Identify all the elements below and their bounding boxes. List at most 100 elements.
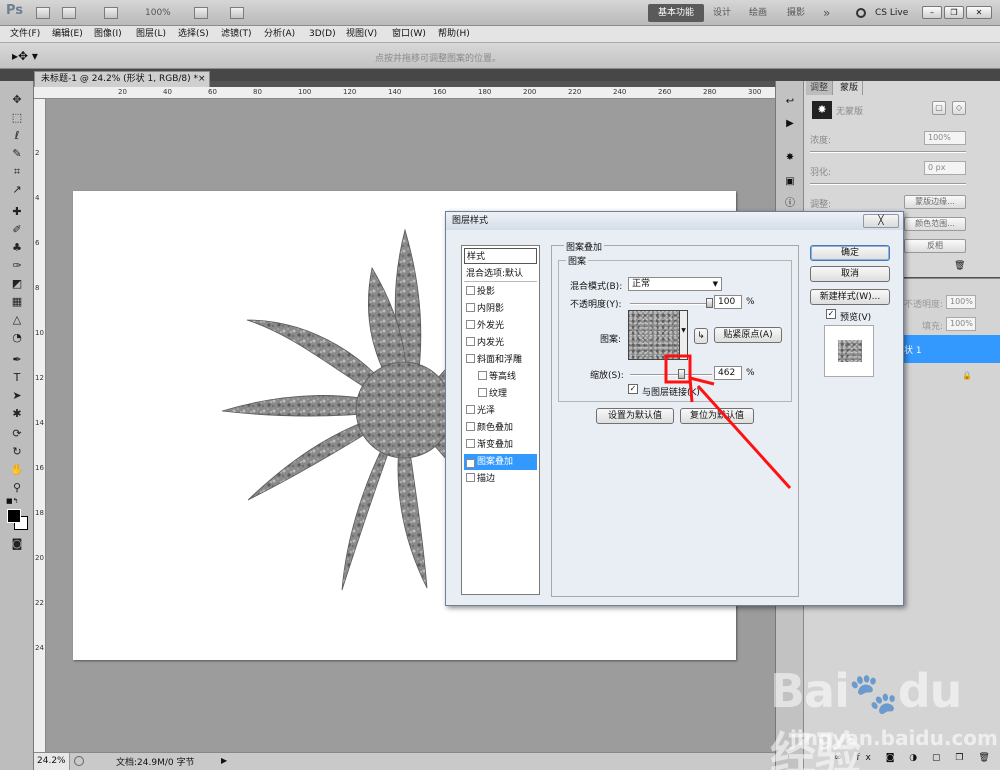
more-workspaces-button[interactable]: » — [818, 5, 835, 21]
quick-mask-icon[interactable]: ◙ — [9, 537, 25, 551]
effect-item[interactable]: 内阴影 — [464, 301, 537, 317]
menu-filter[interactable]: 滤镜(T) — [221, 28, 252, 41]
menu-select[interactable]: 选择(S) — [178, 28, 209, 41]
arrange-documents-icon[interactable] — [194, 7, 208, 19]
new-style-button[interactable]: 新建样式(W)... — [810, 289, 890, 305]
blending-options-item[interactable]: 混合选项:默认 — [464, 266, 537, 282]
menu-analysis[interactable]: 分析(A) — [264, 28, 295, 41]
menu-help[interactable]: 帮助(H) — [438, 28, 470, 41]
ok-button[interactable]: 确定 — [810, 245, 890, 261]
workspace-design-button[interactable]: 设计 — [708, 5, 736, 21]
document-tab-close-icon[interactable]: × — [198, 72, 206, 87]
effect-checkbox[interactable] — [466, 320, 475, 329]
add-vector-mask-icon[interactable]: ◇ — [952, 101, 966, 115]
healing-brush-tool-icon[interactable]: ✚ — [9, 205, 25, 219]
pen-tool-icon[interactable]: ✒ — [9, 353, 25, 367]
menu-3d[interactable]: 3D(D) — [309, 28, 336, 41]
path-selection-tool-icon[interactable]: ➤ — [9, 389, 25, 403]
menu-window[interactable]: 窗口(W) — [392, 28, 426, 41]
quick-select-tool-icon[interactable]: ✎ — [9, 147, 25, 161]
cancel-button[interactable]: 取消 — [810, 266, 890, 282]
status-info-icon[interactable] — [74, 756, 84, 766]
eyedropper-tool-icon[interactable]: ↗ — [9, 183, 25, 197]
zoom-field[interactable]: 24.2% — [34, 753, 70, 770]
effect-item[interactable]: 描边 — [464, 471, 537, 487]
effect-item[interactable]: 光泽 — [464, 403, 537, 419]
hand-tool-icon[interactable]: ✋ — [9, 463, 25, 477]
tab-adjustments[interactable]: 调整 — [806, 81, 834, 95]
opacity-input[interactable]: 100 — [714, 295, 742, 309]
workspace-painting-button[interactable]: 绘画 — [744, 5, 772, 21]
default-colors-icon[interactable]: ■↰ — [6, 497, 18, 505]
delete-mask-icon[interactable]: 🗑 — [954, 261, 965, 271]
info-panel-icon[interactable]: ⓘ — [783, 197, 797, 210]
blend-mode-select[interactable]: 正常 ▼ — [628, 277, 722, 291]
tab-masks[interactable]: 蒙版 — [836, 81, 864, 95]
layer-opacity-field[interactable]: 100% — [946, 295, 976, 309]
menu-edit[interactable]: 编辑(E) — [52, 28, 83, 41]
crop-tool-icon[interactable]: ⌗ — [9, 165, 25, 179]
density-field[interactable]: 100% — [924, 131, 966, 145]
effect-checkbox[interactable] — [466, 354, 475, 363]
minimize-button[interactable]: – — [922, 6, 942, 19]
dodge-tool-icon[interactable]: ◔ — [9, 331, 25, 345]
status-menu-arrow-icon[interactable]: ▶ — [221, 756, 227, 765]
swatches-panel-icon[interactable]: ▣ — [783, 175, 797, 188]
blur-tool-icon[interactable]: △ — [9, 313, 25, 327]
3d-orbit-tool-icon[interactable]: ↻ — [9, 445, 25, 459]
actions-panel-icon[interactable]: ▶ — [783, 117, 797, 130]
effect-checkbox[interactable] — [466, 439, 475, 448]
effect-checkbox[interactable] — [466, 303, 475, 312]
feather-slider[interactable] — [810, 183, 966, 185]
new-preset-icon[interactable]: ↳ — [694, 328, 708, 344]
effect-checkbox[interactable] — [466, 422, 475, 431]
effect-checkbox[interactable] — [478, 371, 487, 380]
feather-field[interactable]: 0 px — [924, 161, 966, 175]
invert-button[interactable]: 反相 — [904, 239, 966, 253]
dialog-close-button[interactable]: ╳ — [863, 214, 899, 228]
brush-panel-icon[interactable]: ✸ — [783, 151, 797, 164]
mask-edge-button[interactable]: 蒙版边缘... — [904, 195, 966, 209]
menu-image[interactable]: 图像(I) — [94, 28, 122, 41]
history-brush-tool-icon[interactable]: ✑ — [9, 259, 25, 273]
effect-checkbox[interactable] — [466, 473, 475, 482]
zoom-level-readout[interactable]: 100% — [140, 5, 176, 21]
brush-tool-icon[interactable]: ✐ — [9, 223, 25, 237]
effect-item[interactable]: 颜色叠加 — [464, 420, 537, 436]
effect-item[interactable]: 斜面和浮雕 — [464, 352, 537, 368]
menu-layer[interactable]: 图层(L) — [136, 28, 166, 41]
effect-item[interactable]: 等高线 — [464, 369, 537, 385]
3d-rotate-tool-icon[interactable]: ⟳ — [9, 427, 25, 441]
effect-item[interactable]: 外发光 — [464, 318, 537, 334]
link-with-layer-checkbox[interactable]: ✓ — [628, 384, 638, 394]
gradient-tool-icon[interactable]: ▦ — [9, 295, 25, 309]
effect-checkbox[interactable] — [478, 388, 487, 397]
menu-file[interactable]: 文件(F) — [10, 28, 40, 41]
workspace-photography-button[interactable]: 摄影 — [782, 5, 810, 21]
zoom-tool-icon[interactable]: ⚲ — [9, 481, 25, 495]
cs-live-button[interactable]: CS Live — [870, 5, 913, 21]
document-tab[interactable]: 未标题-1 @ 24.2% (形状 1, RGB/8) * × — [34, 71, 210, 87]
opacity-slider-handle[interactable] — [706, 298, 713, 308]
effect-item[interactable]: 纹理 — [464, 386, 537, 402]
mini-bridge-icon[interactable] — [62, 7, 76, 19]
screen-mode-icon[interactable] — [230, 7, 244, 19]
effect-checkbox[interactable] — [466, 286, 475, 295]
type-tool-icon[interactable]: T — [9, 371, 25, 385]
effect-checkbox[interactable] — [466, 405, 475, 414]
workspace-essentials-button[interactable]: 基本功能 — [648, 4, 704, 22]
lasso-tool-icon[interactable]: ℓ — [9, 129, 25, 143]
shape-tool-icon[interactable]: ✱ — [9, 407, 25, 421]
styles-header[interactable]: 样式 — [464, 248, 537, 264]
history-panel-icon[interactable]: ↩ — [783, 95, 797, 108]
bridge-icon[interactable] — [36, 7, 50, 19]
clone-stamp-tool-icon[interactable]: ♣ — [9, 241, 25, 255]
effect-item[interactable]: 渐变叠加 — [464, 437, 537, 453]
add-pixel-mask-icon[interactable]: ▢ — [932, 101, 946, 115]
density-slider[interactable] — [810, 151, 966, 153]
snap-to-origin-button[interactable]: 贴紧原点(A) — [714, 327, 782, 343]
foreground-color-swatch[interactable] — [7, 509, 21, 523]
marquee-tool-icon[interactable]: ⬚ — [9, 111, 25, 125]
close-window-button[interactable]: ✕ — [966, 6, 992, 19]
effect-item[interactable]: ✓ 图案叠加 — [464, 454, 537, 470]
